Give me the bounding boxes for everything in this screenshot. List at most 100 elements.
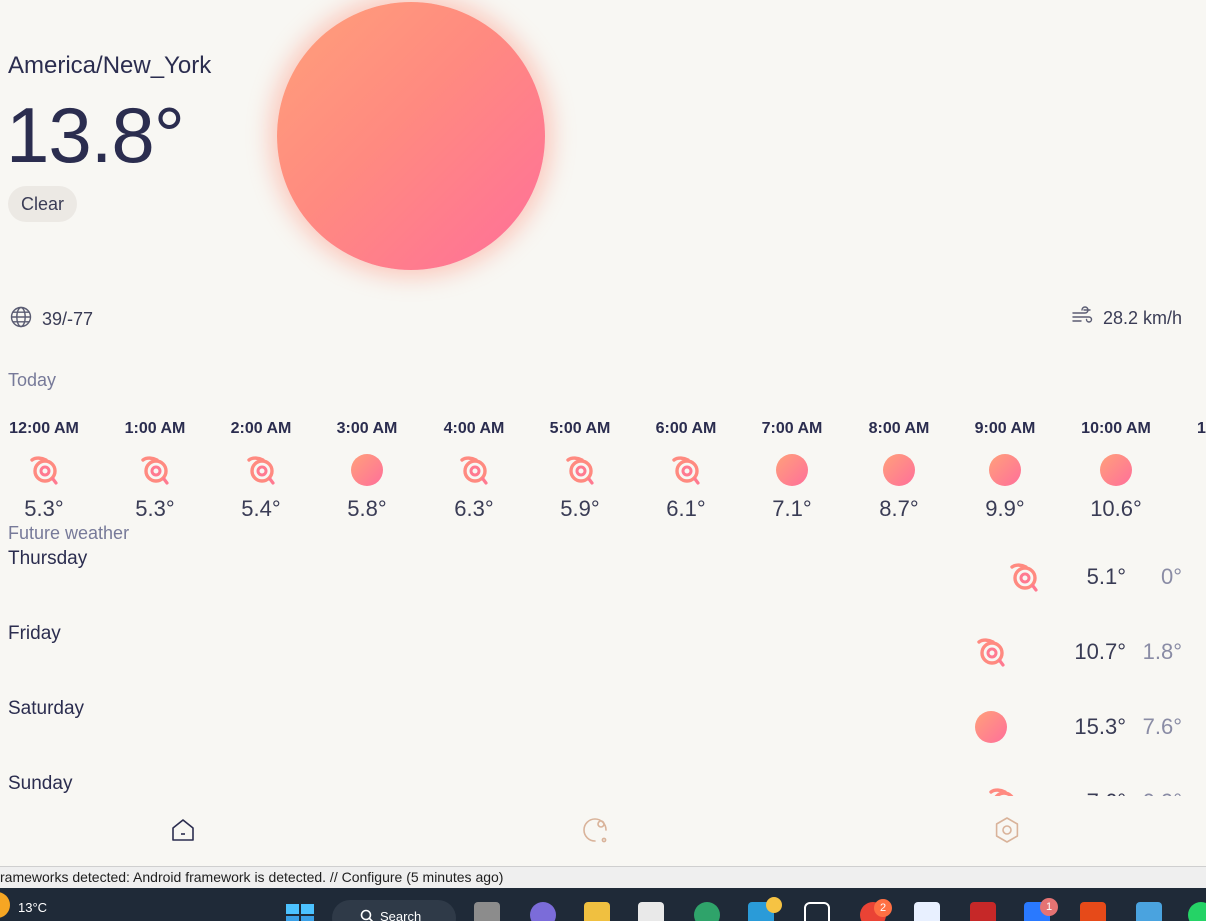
daily-row[interactable]: Thursday 5.1° 0°	[0, 548, 1206, 608]
hourly-temp: 8.7°	[879, 496, 919, 521]
search-label: Search	[380, 909, 422, 921]
status-bar: rameworks detected: Android framework is…	[0, 866, 1206, 888]
hourly-item: 3:00 AM 5.8°	[322, 420, 412, 522]
hourly-temp: 5.4°	[241, 496, 281, 521]
hourly-temp: 5.9°	[560, 496, 600, 521]
hourly-time: 3:00 AM	[336, 420, 398, 437]
daily-row[interactable]: Friday 10.7° 1.8°	[0, 623, 1206, 683]
day-name: Friday	[8, 623, 61, 644]
sun-icon	[747, 454, 837, 486]
taskbar-temperature: 13°C	[18, 900, 48, 915]
sun-icon	[854, 454, 944, 486]
day-high-temp: 7.6°	[1087, 789, 1126, 796]
hex-app-icon[interactable]	[804, 902, 830, 921]
hourly-time: 1	[1197, 420, 1206, 437]
sun-icon	[974, 710, 1008, 744]
day-low-temp: 0.9°	[1143, 789, 1182, 796]
hourly-item: 2:00 AM 5.4°	[216, 420, 306, 522]
sun-icon	[277, 2, 545, 270]
hourly-time: 10:00 AM	[1081, 420, 1151, 437]
spiral-icon	[0, 454, 89, 486]
today-label: Today	[8, 370, 57, 390]
hourly-item: 12:00 AM 5.3°	[0, 420, 89, 522]
spiral-icon	[216, 454, 306, 486]
hourly-item: 10:00 AM 10.6°	[1071, 420, 1161, 522]
home-icon[interactable]	[167, 814, 199, 846]
day-low-temp: 1.8°	[1142, 639, 1182, 664]
spiral-icon	[429, 454, 519, 486]
coordinates: 39/-77	[10, 306, 93, 333]
daily-row[interactable]: Sunday 7.6° 0.9°	[0, 773, 1206, 796]
search-icon	[360, 909, 374, 921]
edge-icon[interactable]	[694, 902, 720, 921]
coordinates-value: 39/-77	[42, 309, 94, 329]
notification-dot	[766, 897, 782, 913]
bottom-navigation	[0, 796, 1206, 866]
taskbar-search[interactable]: Search	[332, 900, 456, 921]
globe-icon	[10, 306, 32, 333]
todo-badge: 1	[1040, 898, 1058, 916]
hourly-time: 7:00 AM	[761, 420, 823, 437]
day-low-temp: 7.6°	[1142, 714, 1182, 739]
sun-icon	[1071, 454, 1161, 486]
hourly-time: 1:00 AM	[124, 420, 186, 437]
spiral-icon	[641, 454, 731, 486]
day-high-temp: 5.1°	[1086, 564, 1126, 589]
chrome-badge: 2	[874, 899, 892, 917]
app-icon-2[interactable]	[914, 902, 940, 921]
hourly-time: 2:00 AM	[230, 420, 292, 437]
hourly-temp: 5.3°	[24, 496, 64, 521]
hourly-temp: 9.9°	[985, 496, 1025, 521]
hourly-forecast[interactable]: 12:00 AM 5.3° 1:00 AM 5.3° 2:00 AM 5.4° 3:00 A…	[0, 420, 1206, 522]
sun-icon	[322, 454, 412, 486]
hourly-time: 6:00 AM	[655, 420, 717, 437]
hourly-temp: 7.1°	[772, 496, 812, 521]
settings-hexagon-icon[interactable]	[991, 814, 1023, 846]
file-explorer-icon[interactable]	[584, 902, 610, 921]
windows-taskbar: 13°C Search 2 1	[0, 888, 1206, 921]
current-temperature: 13.8°	[6, 91, 185, 179]
wind-speed-value: 28.2 km/h	[1102, 308, 1182, 328]
mcafee-icon[interactable]	[970, 902, 996, 921]
weather-app: America/New_York 13.8° Clear 39/-77 28.2…	[0, 0, 1206, 866]
spiral-icon	[110, 454, 200, 486]
hourly-item: 9:00 AM 9.9°	[960, 420, 1050, 522]
hourly-time: 12:00 AM	[9, 420, 79, 437]
daily-forecast[interactable]: Thursday 5.1° 0° Friday 10.7° 1.8° Saturday 15.…	[0, 540, 1206, 796]
notepad-icon[interactable]	[1136, 902, 1162, 921]
wind-icon	[1071, 306, 1093, 331]
hourly-time: 9:00 AM	[974, 420, 1036, 437]
teams-icon[interactable]	[530, 902, 556, 921]
task-view-icon[interactable]	[474, 902, 500, 921]
taskbar-weather[interactable]: 13°C	[0, 892, 47, 918]
hourly-temp: 5.8°	[347, 496, 387, 521]
day-high-temp: 10.7°	[1074, 639, 1126, 664]
sun-icon	[960, 454, 1050, 486]
spiral-icon	[535, 454, 625, 486]
daily-row[interactable]: Saturday 15.3° 7.6°	[0, 698, 1206, 758]
location-name: America/New_York	[8, 52, 212, 79]
hourly-time: 4:00 AM	[443, 420, 505, 437]
wind-speed: 28.2 km/h	[1071, 306, 1182, 331]
status-text: rameworks detected: Android framework is…	[0, 869, 504, 885]
store-icon[interactable]	[638, 902, 664, 921]
hourly-item: 8:00 AM 8.7°	[854, 420, 944, 522]
office-icon[interactable]	[1080, 902, 1106, 921]
day-name: Sunday	[8, 773, 73, 794]
hourly-temp: 6.1°	[666, 496, 706, 521]
day-name: Saturday	[8, 698, 85, 719]
hourly-item: 4:00 AM 6.3°	[429, 420, 519, 522]
hourly-temp: 10.6°	[1090, 496, 1142, 521]
day-name: Thursday	[8, 548, 88, 569]
day-low-temp: 0°	[1160, 564, 1182, 589]
hourly-item: 6:00 AM 6.1°	[641, 420, 731, 522]
whatsapp-icon[interactable]	[1188, 902, 1206, 921]
windows-start-icon[interactable]	[286, 902, 316, 921]
hourly-item: 7:00 AM 7.1°	[747, 420, 837, 522]
hourly-time: 8:00 AM	[868, 420, 930, 437]
spiral-icon	[1007, 560, 1041, 594]
empty-icon	[1197, 454, 1206, 486]
search-location-icon[interactable]	[579, 814, 611, 846]
hourly-item: 1:00 AM 5.3°	[110, 420, 200, 522]
hourly-time: 5:00 AM	[549, 420, 611, 437]
